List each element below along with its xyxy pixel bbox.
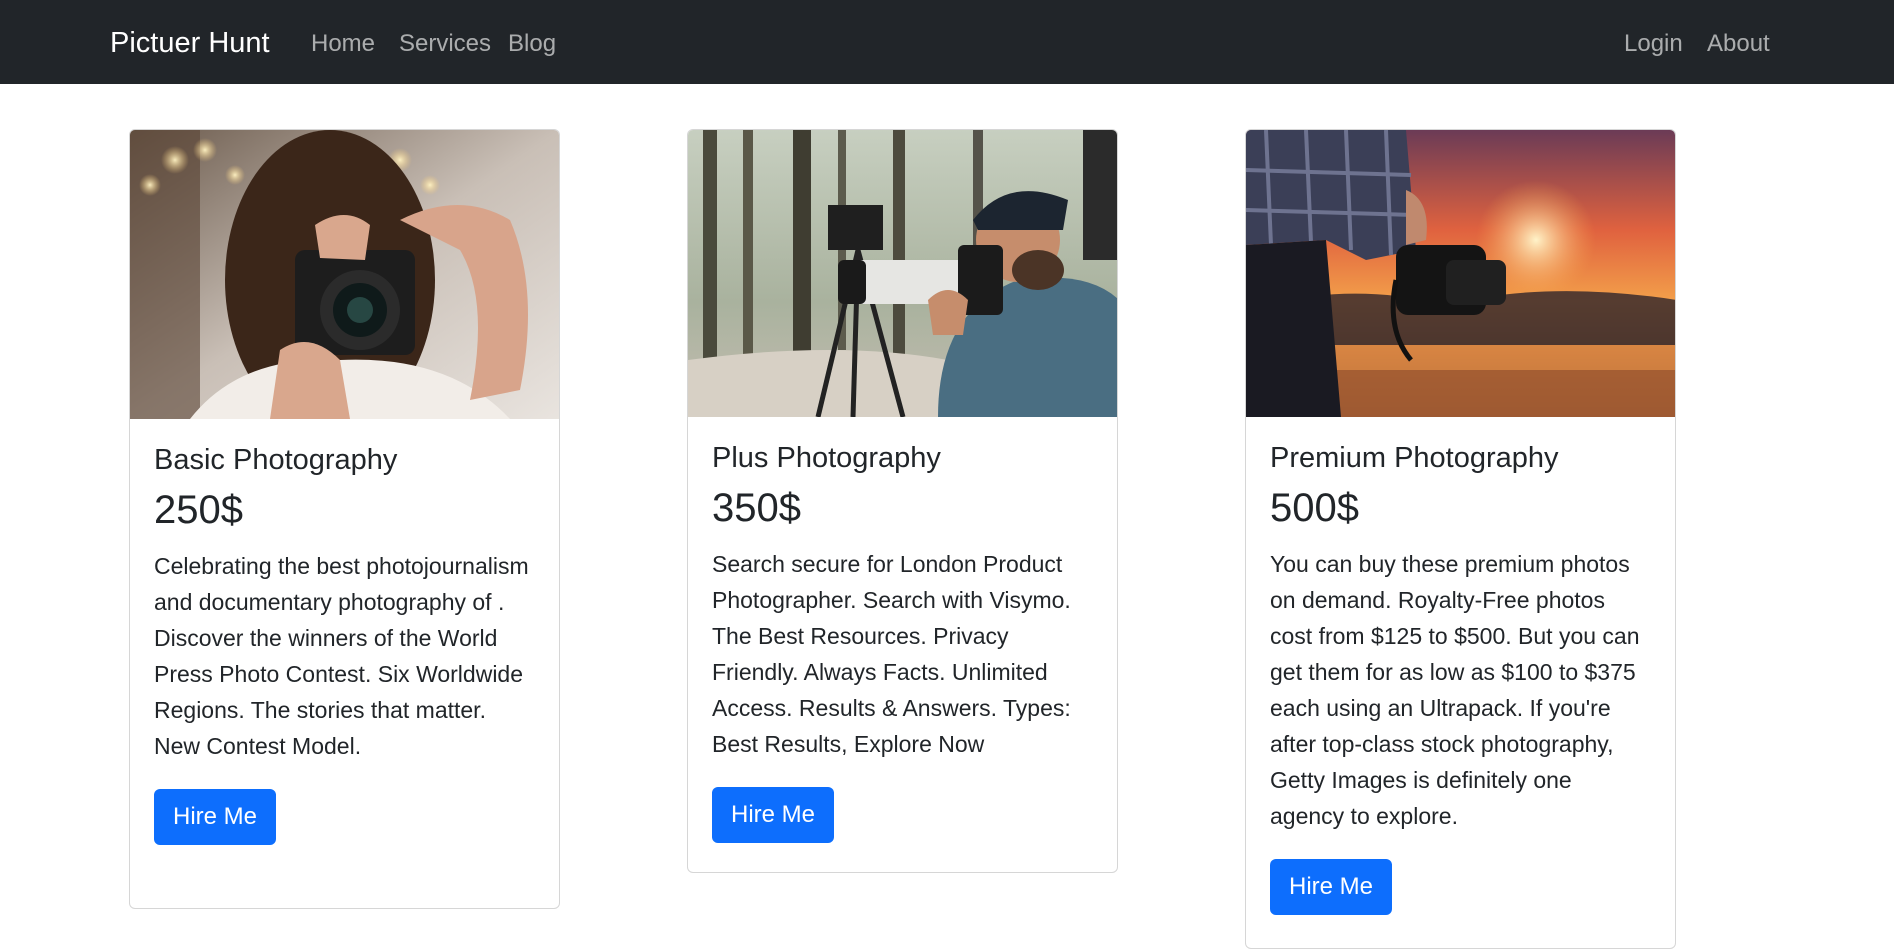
pricing-card-basic: Basic Photography 250$ Celebrating the b… — [129, 129, 560, 909]
nav-link-services[interactable]: Services — [399, 29, 491, 59]
card-price: 500$ — [1270, 486, 1359, 530]
navbar: Pictuer Hunt Home Services Blog Login Ab… — [0, 0, 1894, 84]
photographer-woman-image — [130, 130, 559, 419]
hire-me-button[interactable]: Hire Me — [712, 787, 835, 843]
card-title: Basic Photography — [154, 444, 398, 476]
hire-me-button[interactable]: Hire Me — [1270, 859, 1393, 915]
card-image-woman-photographer — [130, 130, 559, 419]
camera-sunset-image — [1246, 130, 1675, 417]
photographer-man-image — [688, 130, 1117, 417]
hire-me-button[interactable]: Hire Me — [154, 789, 277, 845]
card-image-man-photographer — [688, 130, 1117, 417]
card-description: You can buy these premium photos on dema… — [1270, 551, 1640, 829]
card-description: Search secure for London Product Photogr… — [712, 551, 1071, 757]
pricing-card-plus: Plus Photography 350$ Search secure for … — [687, 129, 1118, 873]
card-title: Premium Photography — [1270, 442, 1559, 474]
card-description: Celebrating the best photojournalism and… — [154, 553, 529, 759]
nav-link-login[interactable]: Login — [1624, 29, 1683, 59]
nav-link-home[interactable]: Home — [311, 29, 375, 59]
card-body: Plus Photography 350$ Search secure for … — [688, 417, 1117, 843]
nav-link-about[interactable]: About — [1707, 29, 1770, 59]
card-body: Premium Photography 500$ You can buy the… — [1246, 417, 1675, 915]
card-body: Basic Photography 250$ Celebrating the b… — [130, 419, 559, 845]
card-price: 350$ — [712, 486, 801, 530]
brand-logo-link[interactable]: Pictuer Hunt — [110, 26, 270, 60]
card-image-camera-sunset — [1246, 130, 1675, 417]
card-title: Plus Photography — [712, 442, 941, 474]
card-price: 250$ — [154, 488, 243, 532]
nav-link-blog[interactable]: Blog — [508, 29, 556, 59]
pricing-card-premium: Premium Photography 500$ You can buy the… — [1245, 129, 1676, 949]
